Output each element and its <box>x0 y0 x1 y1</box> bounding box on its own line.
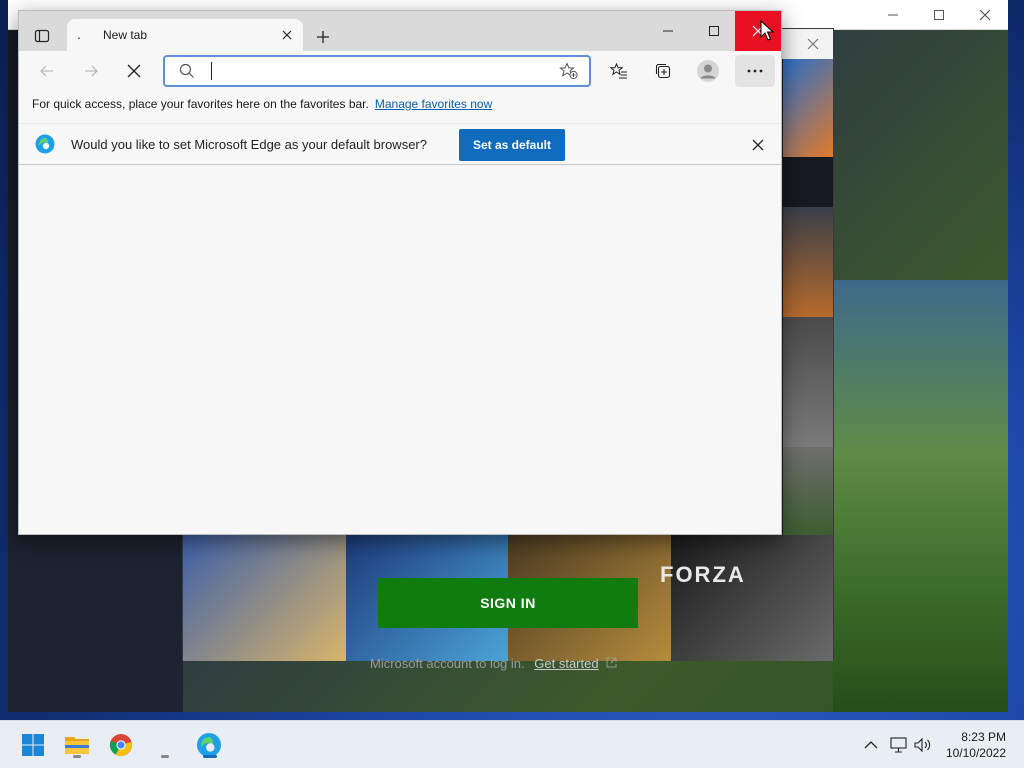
infobar-message: Would you like to set Microsoft Edge as … <box>71 137 427 152</box>
maximize-icon <box>709 26 719 36</box>
arrow-right-icon <box>85 65 98 77</box>
minimize-button[interactable] <box>645 11 691 51</box>
clock-time: 8:23 PM <box>961 730 1006 744</box>
set-as-default-button[interactable]: Set as default <box>459 129 565 161</box>
xbox-minimize-button[interactable] <box>870 0 916 30</box>
account-hint-text: Microsoft account to log in. <box>370 656 525 671</box>
profile-button[interactable] <box>692 55 724 87</box>
game-tiles-column <box>783 59 833 539</box>
plus-icon <box>317 31 329 43</box>
network-button[interactable] <box>888 735 910 755</box>
infobar-close-button[interactable] <box>747 134 769 156</box>
new-tab-button[interactable] <box>311 25 335 49</box>
favorites-bar: For quick access, place your favorites h… <box>19 91 781 117</box>
tab-close-button[interactable] <box>277 25 297 45</box>
search-icon <box>179 63 194 78</box>
stop-loading-button[interactable] <box>118 55 150 87</box>
tab-title: New tab <box>103 28 148 42</box>
speaker-icon <box>914 737 931 753</box>
start-icon <box>22 734 44 756</box>
account-hint: Microsoft account to log in. Get started <box>370 656 617 671</box>
game-art <box>670 535 833 661</box>
default-browser-infobar: Would you like to set Microsoft Edge as … <box>19 123 781 165</box>
more-icon <box>747 69 763 73</box>
close-icon <box>979 9 991 21</box>
add-favorite-icon[interactable] <box>559 62 579 80</box>
tab-actions-icon <box>34 29 50 43</box>
forward-button[interactable] <box>75 55 107 87</box>
running-indicator <box>73 755 81 758</box>
arrow-left-icon <box>40 65 53 77</box>
game-tile <box>783 447 833 539</box>
close-icon <box>807 38 819 50</box>
edge-taskbar-button[interactable] <box>193 729 225 761</box>
minimize-icon <box>888 14 898 16</box>
more-menu-button[interactable] <box>735 55 775 87</box>
address-input[interactable] <box>205 62 545 80</box>
favorites-bar-text: For quick access, place your favorites h… <box>32 97 369 111</box>
game-title-text: FORZA <box>660 562 746 587</box>
back-button[interactable] <box>31 55 63 87</box>
edge-browser-window: . New tab For quick access, place your f… <box>18 10 782 535</box>
close-icon <box>752 139 764 151</box>
tab-actions-button[interactable] <box>27 24 57 48</box>
show-hidden-icons-button[interactable] <box>860 735 882 755</box>
close-window-button[interactable] <box>735 11 781 51</box>
taskbar: 8:23 PM 10/10/2022 <box>0 720 1024 768</box>
system-clock[interactable]: 8:23 PM 10/10/2022 <box>946 729 1006 761</box>
chevron-up-icon <box>864 741 878 749</box>
minecraft-hillside-art <box>833 280 1008 712</box>
volume-button[interactable] <box>912 735 934 755</box>
file-explorer-button[interactable] <box>61 729 93 761</box>
edge-logo-icon <box>35 134 55 154</box>
game-tile <box>783 157 833 207</box>
mouse-cursor-icon <box>760 20 774 41</box>
maximize-button[interactable] <box>691 11 737 51</box>
tab-strip: . New tab <box>19 11 781 51</box>
active-app-indicator <box>203 755 217 758</box>
file-explorer-icon <box>65 737 89 754</box>
close-icon <box>127 64 141 78</box>
navigation-toolbar <box>19 51 781 91</box>
sign-in-button[interactable]: SIGN IN <box>378 578 638 628</box>
chrome-icon <box>109 734 132 756</box>
tab-new-tab[interactable]: . New tab <box>67 19 303 51</box>
minimize-icon <box>663 30 673 32</box>
running-indicator <box>161 755 169 758</box>
start-button[interactable] <box>17 729 49 761</box>
clock-date: 10/10/2022 <box>945 746 1006 760</box>
chrome-button[interactable] <box>105 729 137 761</box>
game-tile <box>783 207 833 317</box>
favorites-icon <box>610 62 627 79</box>
text-caret <box>211 62 212 80</box>
close-icon <box>282 30 292 40</box>
collections-icon <box>655 63 671 79</box>
game-tile <box>783 59 833 157</box>
xbox-maximize-button[interactable] <box>916 0 962 30</box>
taskbar-hidden-app[interactable] <box>149 729 181 761</box>
maximize-icon <box>934 10 944 20</box>
address-bar[interactable] <box>163 55 591 87</box>
tab-favicon: . <box>77 26 81 42</box>
xbox-panel-close-button[interactable] <box>803 35 823 53</box>
network-icon <box>890 737 907 753</box>
xbox-close-button[interactable] <box>962 0 1008 30</box>
get-started-link[interactable]: Get started <box>534 656 598 671</box>
avatar-icon <box>697 60 719 82</box>
external-link-icon <box>606 657 617 668</box>
manage-favorites-link[interactable]: Manage favorites now <box>375 97 492 111</box>
game-tile <box>783 317 833 447</box>
favorites-button[interactable] <box>603 55 635 87</box>
page-content <box>19 166 781 534</box>
collections-button[interactable] <box>647 55 679 87</box>
game-art <box>183 535 346 661</box>
